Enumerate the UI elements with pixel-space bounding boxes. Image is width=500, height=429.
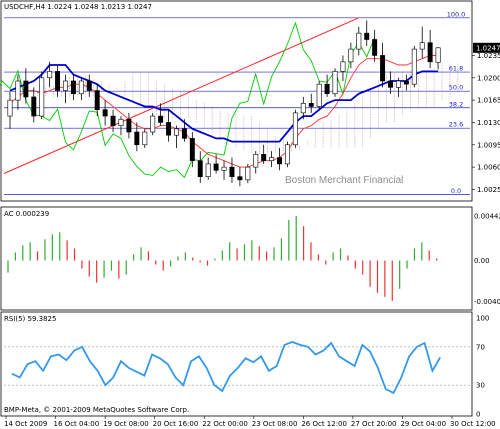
price-tick-label: 1.0235 bbox=[477, 52, 500, 60]
rsi-tick-label: 0 bbox=[476, 411, 480, 419]
x-tick-label: 23 Oct 08:00 bbox=[252, 420, 298, 428]
candle-body bbox=[324, 83, 330, 95]
candle-body bbox=[253, 154, 259, 168]
candle-body bbox=[308, 103, 314, 107]
watermark: Boston Merchant Financial bbox=[285, 175, 403, 186]
current-price-label: 1.0247 bbox=[476, 44, 500, 52]
candle-body bbox=[110, 115, 116, 126]
fib-label: 23.6 bbox=[449, 121, 463, 129]
price-panel-frame bbox=[0, 0, 473, 202]
x-tick-label: 16 Oct 04:00 bbox=[54, 420, 100, 428]
candle-body bbox=[292, 112, 298, 146]
candle-body bbox=[7, 99, 13, 117]
rsi-tick-label: 70 bbox=[476, 343, 485, 351]
candle-body bbox=[197, 160, 203, 177]
candle-body bbox=[63, 80, 68, 91]
fib-label: 61.8 bbox=[449, 65, 463, 73]
ac-label: AC 0.000239 bbox=[4, 210, 49, 218]
candle-body bbox=[388, 80, 393, 88]
candle-body bbox=[419, 42, 425, 50]
candle-body bbox=[213, 163, 219, 171]
price-tick-label: 1.0130 bbox=[477, 119, 500, 127]
candle-body bbox=[158, 115, 164, 123]
candle-body bbox=[15, 80, 21, 101]
candle-body bbox=[134, 131, 140, 146]
price-tick-label: 1.0095 bbox=[477, 141, 500, 149]
fib-label: 50.0 bbox=[449, 84, 463, 92]
ac-tick-label: 0.004423 bbox=[474, 212, 500, 220]
rsi-panel-frame bbox=[0, 311, 473, 417]
candle-body bbox=[348, 48, 354, 63]
candle-body bbox=[181, 128, 187, 139]
fib-label: 100.0 bbox=[447, 10, 466, 18]
candle-body bbox=[245, 166, 251, 181]
candle-body bbox=[189, 138, 195, 162]
candle-body bbox=[78, 80, 84, 95]
candle-body bbox=[126, 118, 132, 133]
candle-body bbox=[150, 115, 156, 133]
candle-body bbox=[356, 32, 362, 50]
fib-label: 0.0 bbox=[451, 187, 461, 195]
ac-tick-label: 0.00 bbox=[474, 257, 490, 265]
rsi-label: RSI(5) 59.3825 bbox=[4, 315, 56, 323]
candle-body bbox=[102, 109, 108, 117]
candle-body bbox=[229, 166, 235, 177]
candle-body bbox=[31, 96, 37, 117]
candle-body bbox=[173, 128, 179, 136]
candle-body bbox=[332, 71, 338, 95]
candle-body bbox=[435, 47, 441, 63]
candle-body bbox=[284, 144, 290, 165]
candle-body bbox=[277, 157, 283, 165]
x-tick-label: 29 Oct 04:00 bbox=[400, 420, 446, 428]
candle-body bbox=[411, 48, 417, 85]
chart-canvas: 100.0 61.8 50.0 38.2 23.6 0.0 1.0235 1.0200 1.0… bbox=[0, 0, 500, 428]
candle-body bbox=[47, 71, 53, 79]
candle-body bbox=[94, 90, 100, 110]
candle-body bbox=[39, 77, 45, 117]
price-tick-label: 1.0025 bbox=[477, 186, 500, 194]
candle-body bbox=[118, 118, 124, 126]
x-tick-label: 20 Oct 16:00 bbox=[153, 420, 199, 428]
copyright: BMP-Meta, © 2001-2009 MetaQuotes Softwar… bbox=[4, 406, 189, 414]
candle-body bbox=[86, 80, 92, 91]
candle-body bbox=[142, 131, 148, 146]
candle-body bbox=[55, 71, 61, 91]
price-tick-label: 1.0200 bbox=[477, 74, 500, 82]
candle-body bbox=[221, 166, 227, 171]
price-tick-label: 1.0165 bbox=[477, 97, 500, 105]
candle-body bbox=[316, 83, 322, 107]
fib-label: 38.2 bbox=[449, 100, 463, 108]
candle-body bbox=[372, 39, 378, 56]
candle-body bbox=[380, 55, 386, 82]
x-tick-label: 26 Oct 12:00 bbox=[301, 420, 347, 428]
price-tick-label: 1.0060 bbox=[477, 164, 500, 172]
candle-body bbox=[237, 176, 243, 181]
candle-body bbox=[166, 122, 172, 136]
rsi-tick-label: 30 bbox=[476, 382, 485, 390]
candle-body bbox=[205, 163, 211, 177]
candle-body bbox=[23, 80, 29, 98]
candle-body bbox=[364, 32, 370, 40]
price-header: USDCHF,H4 1.0224 1.0248 1.0213 1.0247 bbox=[4, 3, 152, 11]
ac-tick-label: -0.00408 bbox=[474, 298, 500, 306]
x-tick-label: 30 Oct 12:00 bbox=[450, 420, 496, 428]
x-tick-label: 27 Oct 20:00 bbox=[351, 420, 397, 428]
candle-body bbox=[340, 61, 346, 72]
candle-body bbox=[403, 80, 409, 85]
candle-body bbox=[269, 157, 275, 162]
candle-body bbox=[427, 42, 433, 63]
candle-body bbox=[300, 103, 306, 114]
x-tick-label: 14 Oct 2009 bbox=[4, 420, 47, 428]
x-tick-label: 22 Oct 00:00 bbox=[202, 420, 248, 428]
candle-body bbox=[395, 80, 401, 88]
candle-body bbox=[261, 154, 267, 162]
x-tick-label: 19 Oct 08:00 bbox=[103, 420, 149, 428]
rsi-tick-label: 100 bbox=[476, 315, 489, 323]
candle-body bbox=[70, 80, 76, 95]
